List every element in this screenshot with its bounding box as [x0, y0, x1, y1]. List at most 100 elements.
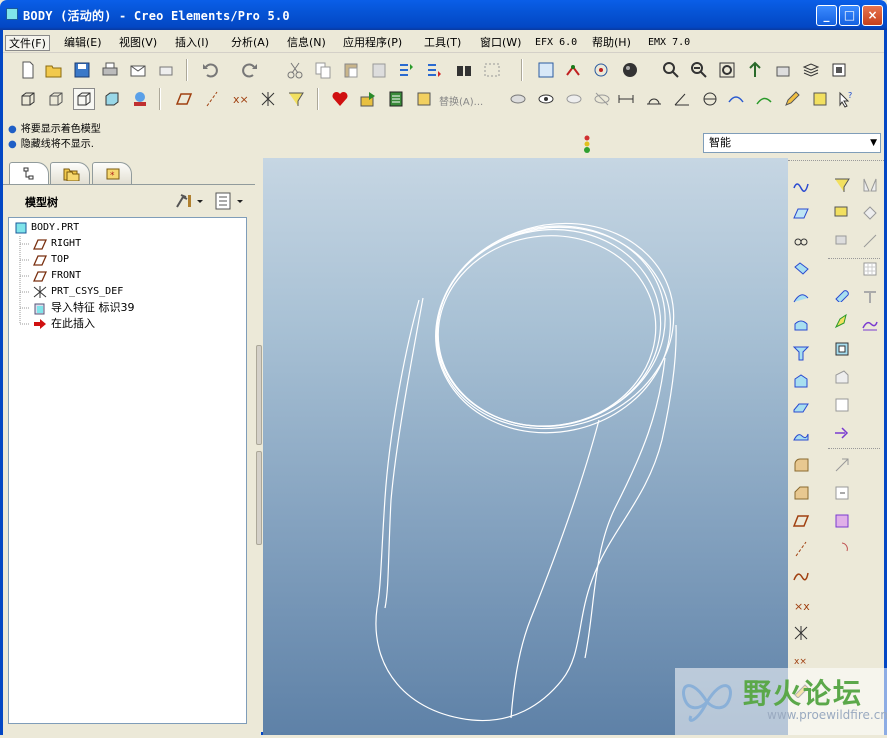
paste-icon[interactable] — [340, 59, 362, 81]
menu-tools[interactable]: 工具(T) — [421, 35, 464, 51]
curve-tool-icon[interactable] — [790, 566, 812, 588]
rotate-tool-icon[interactable] — [859, 230, 881, 252]
edit-note-icon[interactable] — [781, 88, 803, 110]
style-tool-icon[interactable] — [831, 282, 853, 304]
extrude-tool-icon[interactable] — [790, 258, 812, 280]
offset-surface-icon[interactable] — [831, 202, 853, 224]
annotation-feature-icon[interactable] — [831, 174, 853, 196]
curvature-analysis-icon[interactable] — [725, 88, 747, 110]
minimize-button[interactable]: _ — [816, 5, 837, 26]
enhanced-realism-icon[interactable] — [129, 88, 151, 110]
menu-file[interactable]: 文件(F) — [5, 35, 50, 51]
extend-tool-icon[interactable] — [831, 482, 853, 504]
tree-columns-icon[interactable] — [214, 191, 246, 211]
measure-length-icon[interactable] — [643, 88, 665, 110]
no-hidden-icon[interactable] — [73, 88, 95, 110]
cut-icon[interactable] — [284, 59, 306, 81]
csys-toggle-icon[interactable] — [257, 88, 279, 110]
regenerate-icon[interactable] — [395, 59, 417, 81]
send-mail-icon[interactable] — [127, 59, 149, 81]
new-file-icon[interactable] — [17, 59, 39, 81]
sketch-tool-icon[interactable] — [790, 174, 812, 196]
measure-angle-icon[interactable] — [671, 88, 693, 110]
view-manager-icon[interactable] — [828, 59, 850, 81]
plane-shape-icon[interactable] — [790, 510, 812, 532]
rib-tool-icon[interactable] — [790, 426, 812, 448]
spin-center-icon[interactable] — [590, 59, 612, 81]
maximize-button[interactable]: □ — [839, 5, 860, 26]
menu-view[interactable]: 视图(V) — [116, 35, 160, 51]
menu-applications[interactable]: 应用程序(P) — [340, 35, 405, 51]
datum-axis-tool-icon[interactable] — [790, 230, 812, 252]
chamfer-tool-icon[interactable] — [790, 482, 812, 504]
menu-window[interactable]: 窗口(W) — [477, 35, 524, 51]
annotations-toggle-icon[interactable] — [285, 88, 307, 110]
draft-tool-icon[interactable] — [859, 286, 881, 308]
saved-views-icon[interactable] — [772, 59, 794, 81]
copy-geometry-icon[interactable] — [831, 230, 853, 252]
menu-edit[interactable]: 编辑(E) — [61, 35, 105, 51]
datum-points-toggle-icon[interactable]: x×x — [229, 88, 251, 110]
axis-shape-icon[interactable] — [790, 538, 812, 560]
panel-sash[interactable] — [256, 345, 262, 545]
tree-settings-icon[interactable] — [174, 191, 204, 211]
solidify-tool-icon[interactable] — [831, 510, 853, 532]
move-tool-icon[interactable] — [859, 202, 881, 224]
undo-icon[interactable] — [199, 59, 221, 81]
draft-analysis-icon[interactable] — [753, 88, 775, 110]
save-icon[interactable] — [71, 59, 93, 81]
datum-axes-toggle-icon[interactable] — [201, 88, 223, 110]
menu-help[interactable]: 帮助(H) — [589, 35, 634, 51]
sketch-palette-icon[interactable] — [809, 88, 831, 110]
selection-filter-dropdown[interactable]: 智能 ▼ — [703, 133, 881, 153]
copy-icon[interactable] — [312, 59, 334, 81]
open-folder-icon[interactable] — [43, 59, 65, 81]
replace-button[interactable]: 替换(A)... — [439, 93, 483, 108]
datum-plane-tool-icon[interactable] — [790, 202, 812, 224]
zoom-in-icon[interactable] — [660, 59, 682, 81]
menu-info[interactable]: 信息(N) — [284, 35, 329, 51]
find-icon[interactable] — [453, 59, 475, 81]
boundary-blend-icon[interactable] — [859, 314, 881, 336]
menu-analysis[interactable]: 分析(A) — [228, 35, 272, 51]
print-icon[interactable] — [99, 59, 121, 81]
close-button[interactable]: × — [862, 5, 883, 26]
merge-tool-icon[interactable] — [831, 454, 853, 476]
layers-icon[interactable] — [800, 59, 822, 81]
zoom-out-icon[interactable] — [688, 59, 710, 81]
datum-point-tool-icon[interactable]: ×x — [790, 594, 812, 616]
shell-tool-icon[interactable] — [790, 398, 812, 420]
round-tool-icon[interactable] — [790, 454, 812, 476]
menu-emx[interactable]: EMX 7.0 — [645, 35, 693, 51]
pattern-tool-icon[interactable] — [831, 538, 853, 560]
datum-planes-toggle-icon[interactable] — [173, 88, 195, 110]
hide-eye-icon[interactable] — [535, 88, 557, 110]
warp-tool-icon[interactable] — [831, 310, 853, 332]
grid-tool-icon[interactable] — [859, 258, 881, 280]
graphics-viewport[interactable] — [263, 158, 788, 735]
mail-attach-icon[interactable] — [155, 59, 177, 81]
revolve-tool-icon[interactable] — [790, 286, 812, 308]
shaded-icon[interactable] — [101, 88, 123, 110]
suppress-icon[interactable] — [591, 88, 613, 110]
hole-tool-icon[interactable] — [790, 370, 812, 392]
whats-this-help-icon[interactable]: ? — [835, 88, 857, 110]
sweep-tool-icon[interactable] — [790, 314, 812, 336]
thicken-tool-icon[interactable] — [831, 338, 853, 360]
refit-icon[interactable] — [716, 59, 738, 81]
mirror-tool-icon[interactable] — [859, 174, 881, 196]
measure-diameter-icon[interactable] — [699, 88, 721, 110]
wireframe-icon[interactable] — [17, 88, 39, 110]
paste-special-icon[interactable] — [368, 59, 390, 81]
redo-icon[interactable] — [239, 59, 261, 81]
menu-insert[interactable]: 插入(I) — [172, 35, 212, 51]
model-player-icon[interactable] — [357, 88, 379, 110]
csys-tool-icon[interactable] — [790, 622, 812, 644]
menu-efx[interactable]: EFX 6.0 — [532, 35, 580, 51]
select-box-icon[interactable] — [481, 59, 503, 81]
favorite-heart-icon[interactable] — [329, 88, 351, 110]
family-table-icon[interactable] — [385, 88, 407, 110]
tab-folder-browser[interactable] — [50, 162, 90, 184]
unhide-eye-icon[interactable] — [563, 88, 585, 110]
datum-display-icon[interactable] — [562, 59, 584, 81]
